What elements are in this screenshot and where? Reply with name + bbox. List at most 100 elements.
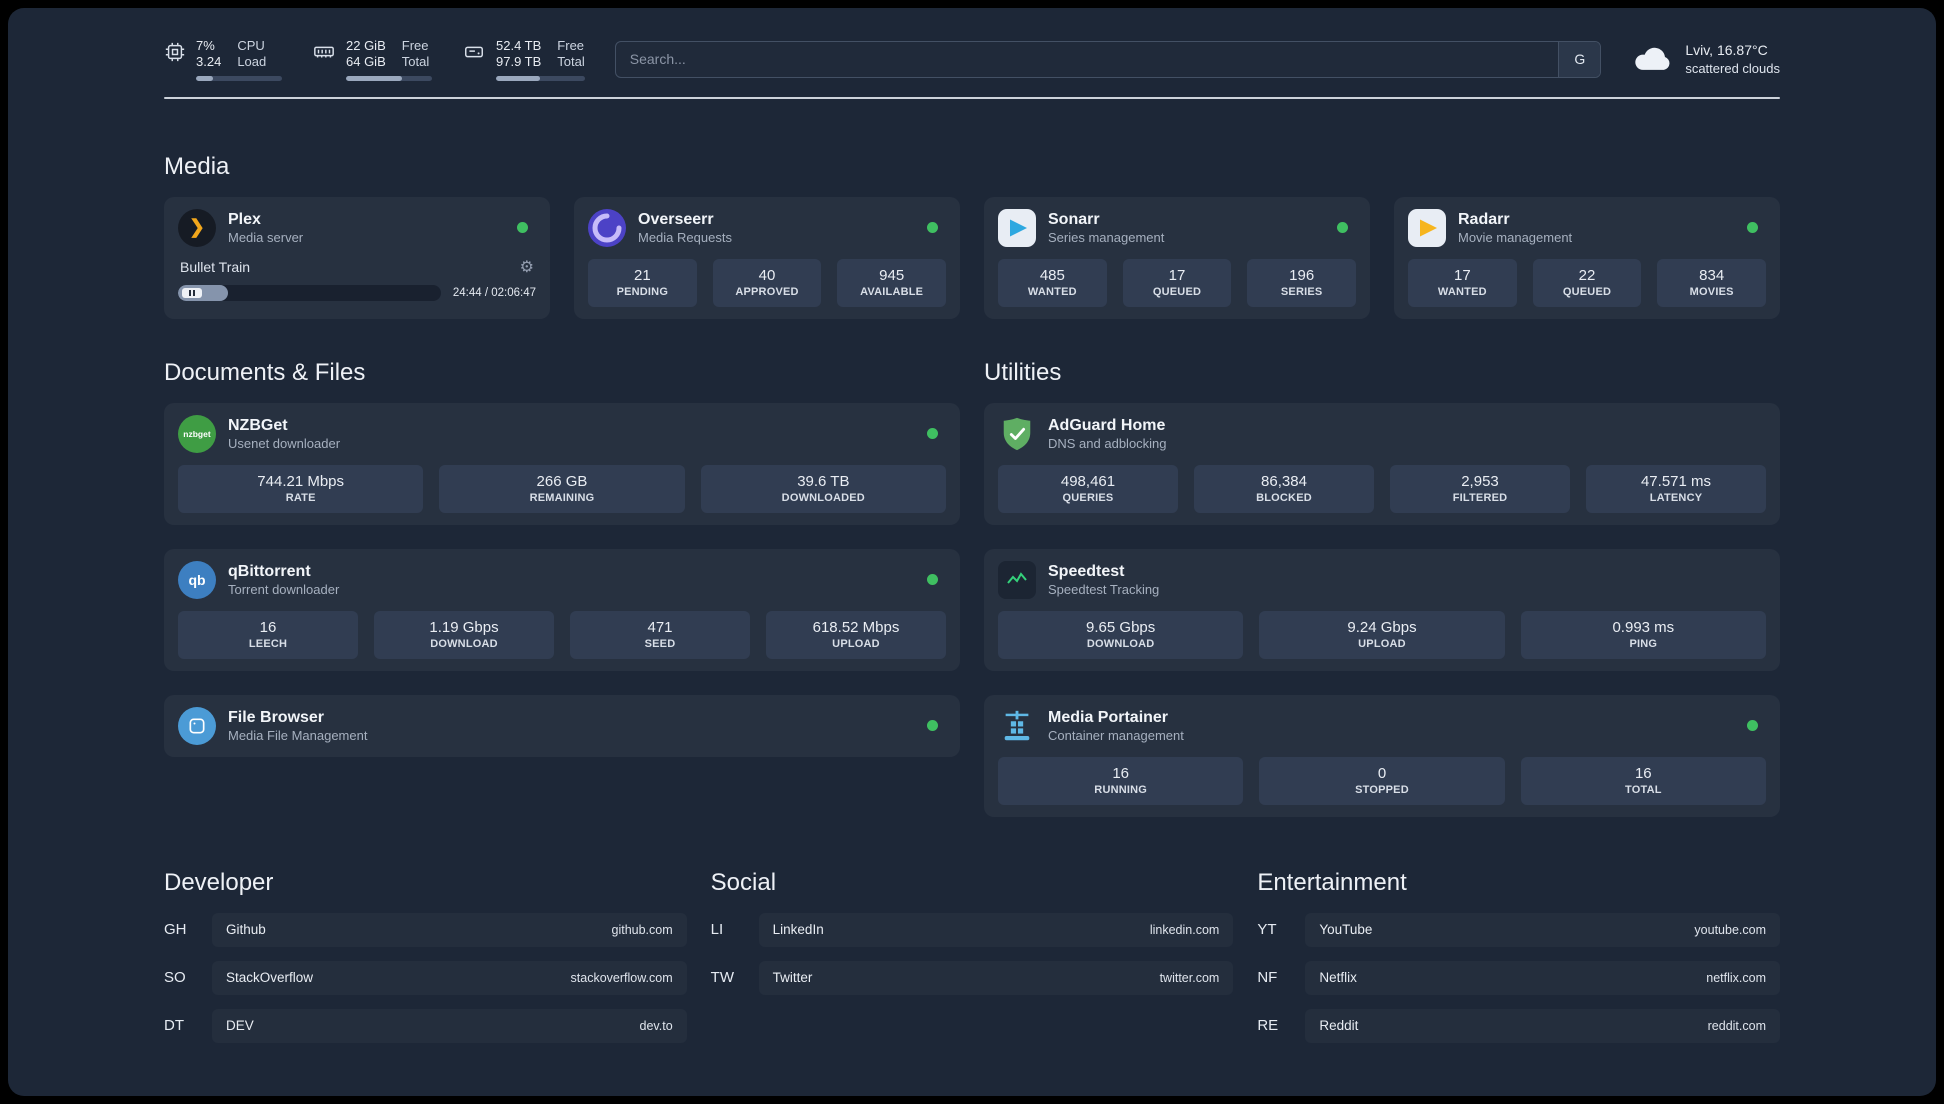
app-subtitle: Torrent downloader [228,581,340,597]
stat-upload: 618.52 Mbps UPLOAD [766,610,946,659]
stat-download: 9.65 Gbps DOWNLOAD [998,610,1244,659]
stat-available: 945 AVAILABLE [837,258,947,307]
bookmark-link[interactable]: Github github.com [212,912,687,947]
stat-queued: 17 QUEUED [1122,258,1232,307]
app-subtitle: DNS and adblocking [1048,435,1167,451]
filebrowser-icon [178,706,216,745]
bookmark-link[interactable]: LinkedIn linkedin.com [758,912,1234,947]
playback-seekbar[interactable] [178,284,441,301]
stat-running: 16 RUNNING [998,756,1244,805]
gear-icon[interactable]: ⚙ [520,257,534,277]
cpu-progress-bar [196,75,282,81]
app-name: Media Portainer [1048,708,1169,726]
app-name: qBittorrent [228,562,311,580]
status-online-dot [1747,222,1758,233]
app-name: Plex [228,210,261,228]
memory-progress-fill [346,75,402,81]
search-input[interactable] [615,41,1559,77]
bookmark-netflix: NF Netflix netflix.com [1257,960,1780,995]
app-subtitle: Media Requests [638,229,732,245]
media-section-title: Media [164,152,230,180]
app-card-plex[interactable]: ❯ Plex Media server Bullet Train ⚙ 24:44… [164,196,550,319]
pause-button[interactable] [182,287,202,298]
radarr-icon [1408,208,1446,247]
app-card-sonarr[interactable]: Sonarr Series management 485 WANTED 17 Q… [984,196,1370,319]
bookmark-abbr: NF [1257,969,1278,986]
stat-download: 1.19 Gbps DOWNLOAD [374,610,554,659]
bookmark-dev: DT DEV dev.to [164,1008,687,1043]
stat-movies: 834 MOVIES [1657,258,1767,307]
now-playing-title: Bullet Train [180,258,251,275]
cpu-icon [164,41,186,63]
app-card-nzbget[interactable]: nzbget NZBGet Usenet downloader 744.21 M… [164,402,960,525]
bookmark-link[interactable]: Reddit reddit.com [1305,1008,1780,1043]
app-card-filebrowser[interactable]: File Browser Media File Management [164,694,960,757]
header-divider [164,96,1780,99]
social-section-title: Social [710,868,777,896]
app-card-radarr[interactable]: Radarr Movie management 17 WANTED 22 QUE… [1394,196,1780,319]
memory-widget: 22 GiB 64 GiB Free Total [312,38,432,81]
stat-wanted: 485 WANTED [998,258,1107,307]
stat-wanted: 17 WANTED [1408,258,1517,307]
stat-series: 196 SERIES [1247,258,1357,307]
top-bar: 7% 3.24 CPU Load 22 GiB 64 GiB Free Tota… [164,8,1780,81]
nzbget-icon: nzbget [178,414,216,453]
app-name: NZBGet [228,416,288,434]
dashboard-page: 7% 3.24 CPU Load 22 GiB 64 GiB Free Tota… [8,8,1936,1096]
section-developer: Developer GH Github github.com SO StackO… [164,869,687,1043]
sonarr-icon [998,208,1036,247]
app-card-overseerr[interactable]: Overseerr Media Requests 21 PENDING 40 A… [574,196,960,319]
search-engine-button[interactable]: G [1558,41,1601,77]
cpu-label-1: CPU [237,38,265,53]
qbittorrent-icon: qb [178,560,216,599]
bookmark-link[interactable]: StackOverflow stackoverflow.com [212,960,687,995]
playback-time: 24:44 / 02:06:47 [452,286,536,299]
app-card-adguard[interactable]: AdGuard Home DNS and adblocking 498,461 … [984,402,1780,525]
cpu-progress-fill [196,75,214,81]
stat-stopped: 0 STOPPED [1259,756,1505,805]
app-subtitle: Usenet downloader [228,435,341,451]
app-subtitle: Series management [1048,229,1165,245]
section-social: Social LI LinkedIn linkedin.com TW Twitt… [711,869,1234,1043]
bookmark-link[interactable]: YouTube youtube.com [1305,912,1780,947]
bookmark-abbr: YT [1257,921,1277,938]
adguard-icon [998,415,1036,453]
memory-total-value: 64 GiB [346,54,386,70]
memory-icon [312,41,336,63]
bookmark-abbr: GH [164,921,187,938]
bookmark-link[interactable]: DEV dev.to [212,1008,687,1043]
app-card-portainer[interactable]: Media Portainer Container management 16 … [984,694,1780,817]
status-online-dot [1337,222,1348,233]
search-bar[interactable]: G [614,40,1602,78]
disk-total-value: 97.9 TB [496,54,542,70]
bookmark-link[interactable]: Twitter twitter.com [758,960,1234,995]
status-online-dot [927,720,938,731]
section-entertainment: Entertainment YT YouTube youtube.com NF … [1257,869,1780,1043]
bookmark-linkedin: LI LinkedIn linkedin.com [710,912,1234,947]
documents-section-title: Documents & Files [164,358,366,386]
cpu-label-2: Load [237,54,267,70]
stat-pending: 21 PENDING [588,258,697,307]
app-name: Speedtest [1048,562,1125,580]
utilities-section-title: Utilities [984,358,1062,386]
app-card-qbittorrent[interactable]: qb qBittorrent Torrent downloader 16 LEE… [164,548,960,671]
stat-upload: 9.24 Gbps UPLOAD [1259,610,1505,659]
disk-widget: 52.4 TB 97.9 TB Free Total [462,38,585,81]
bookmark-twitter: TW Twitter twitter.com [711,960,1234,995]
app-card-speedtest[interactable]: Speedtest Speedtest Tracking 9.65 Gbps D… [984,548,1780,671]
weather-widget[interactable]: Lviv, 16.87°C scattered clouds [1631,41,1780,78]
app-name: AdGuard Home [1048,416,1166,434]
bookmark-abbr: SO [164,969,186,986]
weather-condition: scattered clouds [1685,60,1780,76]
stat-downloaded: 39.6 TB DOWNLOADED [700,464,946,513]
bookmark-abbr: LI [710,921,724,938]
bookmark-reddit: RE Reddit reddit.com [1257,1008,1780,1043]
bookmark-stackoverflow: SO StackOverflow stackoverflow.com [164,960,687,995]
bookmark-link[interactable]: Netflix netflix.com [1305,960,1780,995]
status-online-dot [927,428,938,439]
app-subtitle: Speedtest Tracking [1048,581,1160,597]
developer-section-title: Developer [164,868,274,896]
weather-location: Lviv, 16.87°C [1685,41,1768,58]
memory-progress-bar [346,75,432,81]
section-documents: Documents & Files nzbget NZBGet Usenet d… [164,359,960,757]
